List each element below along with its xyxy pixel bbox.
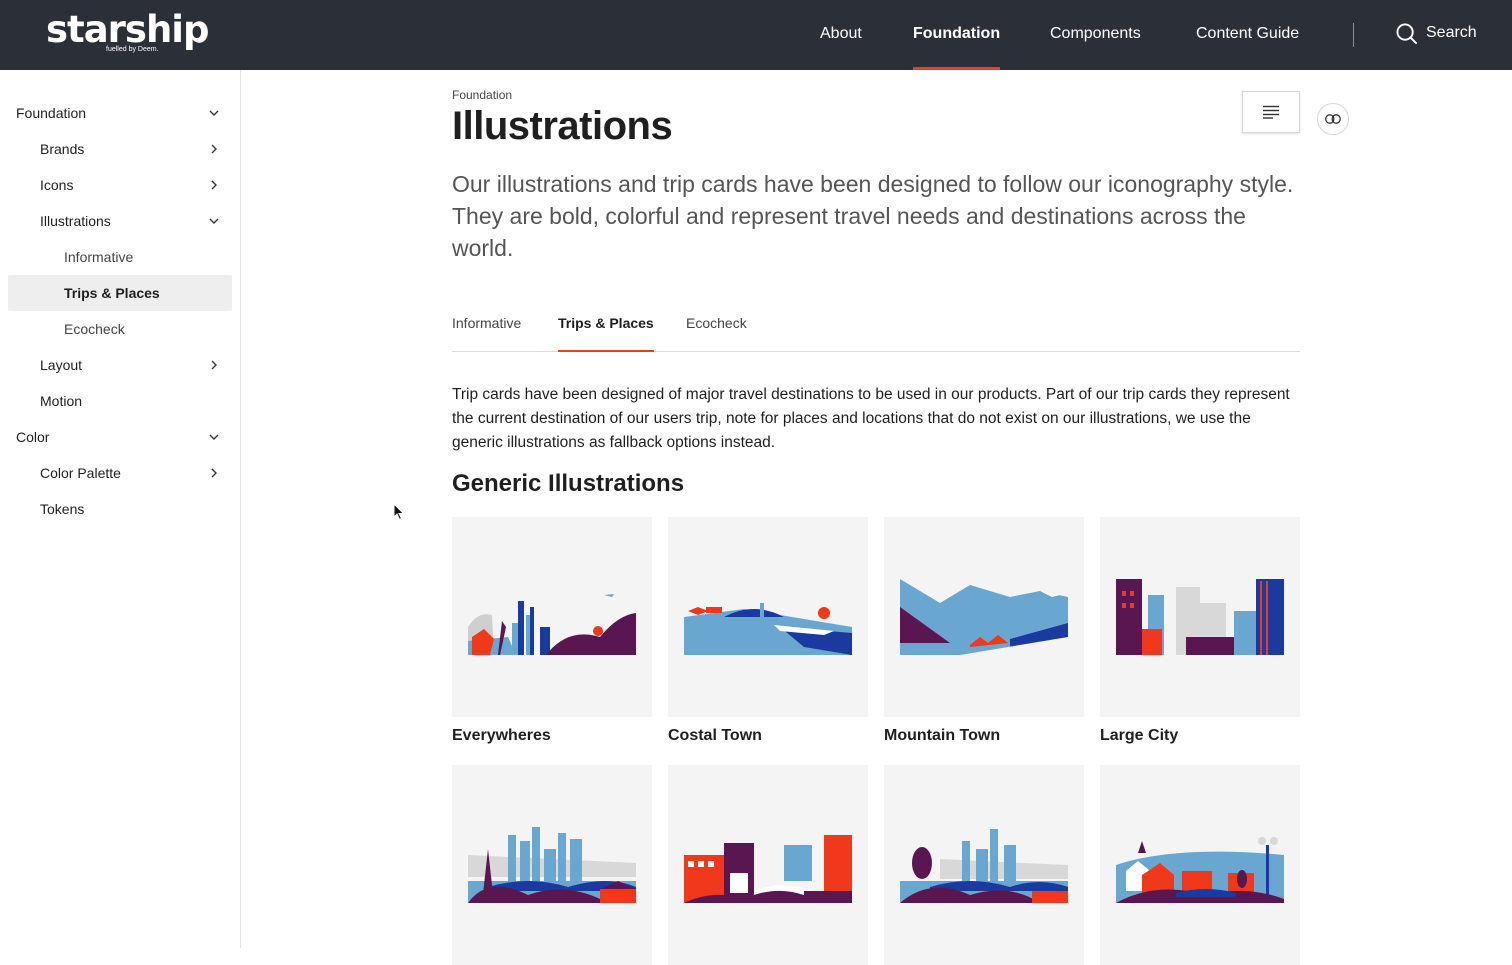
- large-city-illustration: [1116, 567, 1284, 655]
- tab-trips-places[interactable]: Trips & Places: [558, 306, 654, 352]
- sidebar-item-layout[interactable]: Layout: [8, 347, 232, 383]
- sidebar-item-foundation[interactable]: Foundation: [8, 95, 232, 131]
- sidebar-item-label: Color Palette: [40, 465, 121, 481]
- card-label: Large City: [1100, 727, 1179, 744]
- sidebar-item-motion[interactable]: Motion: [8, 383, 232, 419]
- nav-components[interactable]: Components: [1050, 0, 1141, 70]
- list-icon: [1263, 105, 1279, 119]
- sidebar-item-brands[interactable]: Brands: [8, 131, 232, 167]
- sidebar-item-label: Brands: [40, 141, 85, 157]
- sidebar-item-illustrations[interactable]: Illustrations: [8, 203, 232, 239]
- sidebar-item-label: Ecocheck: [64, 321, 125, 337]
- chevron-right-icon: [208, 455, 220, 491]
- illustration-card[interactable]: [452, 765, 652, 965]
- nav-foundation[interactable]: Foundation: [913, 0, 1001, 70]
- card-label: Mountain Town: [884, 727, 1001, 744]
- nav-divider: [1353, 23, 1354, 47]
- illustration-card[interactable]: [668, 765, 868, 965]
- suburb-illustration: [900, 815, 1068, 903]
- chevron-down-icon: [208, 419, 220, 455]
- chevron-down-icon: [208, 203, 220, 239]
- city-skyline-illustration: [468, 815, 636, 903]
- link-icon: [1325, 114, 1341, 124]
- chevron-right-icon: [208, 347, 220, 383]
- breadcrumb[interactable]: Foundation: [452, 88, 512, 102]
- page-intro: Our illustrations and trip cards have be…: [452, 171, 1294, 261]
- everywheres-illustration: [468, 567, 636, 655]
- illustration-card[interactable]: [1100, 765, 1300, 965]
- illustration-card-mountain-town[interactable]: [884, 517, 1084, 717]
- top-navigation-bar: starship fuelled by Deem. About Foundati…: [0, 0, 1512, 70]
- sidebar-item-label: Trips & Places: [64, 285, 160, 301]
- illustration-card-large-city[interactable]: [1100, 517, 1300, 717]
- illustration-card[interactable]: [884, 765, 1084, 965]
- search-button[interactable]: Search: [1396, 21, 1477, 45]
- search-icon: [1396, 22, 1417, 44]
- sidebar: Foundation Brands Icons Illustrations In…: [0, 70, 241, 948]
- page-title: Illustrations: [452, 104, 673, 148]
- tab-informative[interactable]: Informative: [452, 306, 521, 352]
- logo-wordmark: starship: [46, 8, 209, 51]
- illustration-card-costal-town[interactable]: [668, 517, 868, 717]
- copy-link-button[interactable]: [1317, 103, 1349, 135]
- costal-town-illustration: [684, 567, 852, 655]
- chevron-right-icon: [208, 167, 220, 203]
- sidebar-item-label: Icons: [40, 177, 74, 193]
- card-label: Costal Town: [668, 727, 762, 744]
- sidebar-item-color-palette[interactable]: Color Palette: [8, 455, 232, 491]
- sidebar-item-label: Color: [16, 429, 50, 445]
- village-illustration: [1116, 815, 1284, 903]
- town-buildings-illustration: [684, 815, 852, 903]
- illustration-card-everywheres[interactable]: [452, 517, 652, 717]
- sidebar-item-label: Motion: [40, 393, 83, 409]
- search-label: Search: [1426, 24, 1477, 41]
- sidebar-item-color[interactable]: Color: [8, 419, 232, 455]
- section-title: Generic Illustrations: [452, 470, 685, 497]
- mouse-cursor-icon: [393, 503, 405, 521]
- chevron-right-icon: [208, 131, 220, 167]
- sidebar-item-label: Layout: [40, 357, 83, 373]
- chevron-down-icon: [208, 95, 220, 131]
- sidebar-item-trips-places[interactable]: Trips & Places: [8, 275, 232, 311]
- table-of-contents-button[interactable]: [1242, 91, 1300, 133]
- card-label: Everywheres: [452, 727, 551, 744]
- starship-logo[interactable]: starship fuelled by Deem.: [46, 8, 209, 54]
- section-description: Trip cards have been designed of major t…: [452, 386, 1290, 451]
- logo-tagline: fuelled by Deem.: [106, 46, 159, 53]
- tab-ecocheck[interactable]: Ecocheck: [686, 306, 747, 352]
- tab-bar: Informative Trips & Places Ecocheck: [452, 306, 1300, 352]
- sidebar-item-label: Informative: [64, 249, 134, 265]
- nav-about[interactable]: About: [820, 0, 862, 70]
- sidebar-item-tokens[interactable]: Tokens: [8, 491, 232, 527]
- sidebar-item-icons[interactable]: Icons: [8, 167, 232, 203]
- sidebar-item-ecocheck[interactable]: Ecocheck: [8, 311, 232, 347]
- sidebar-item-label: Tokens: [40, 501, 85, 517]
- sidebar-item-informative[interactable]: Informative: [8, 239, 232, 275]
- nav-content-guide[interactable]: Content Guide: [1196, 0, 1299, 70]
- sidebar-item-label: Foundation: [16, 105, 87, 121]
- sidebar-item-label: Illustrations: [40, 213, 111, 229]
- mountain-town-illustration: [900, 567, 1068, 655]
